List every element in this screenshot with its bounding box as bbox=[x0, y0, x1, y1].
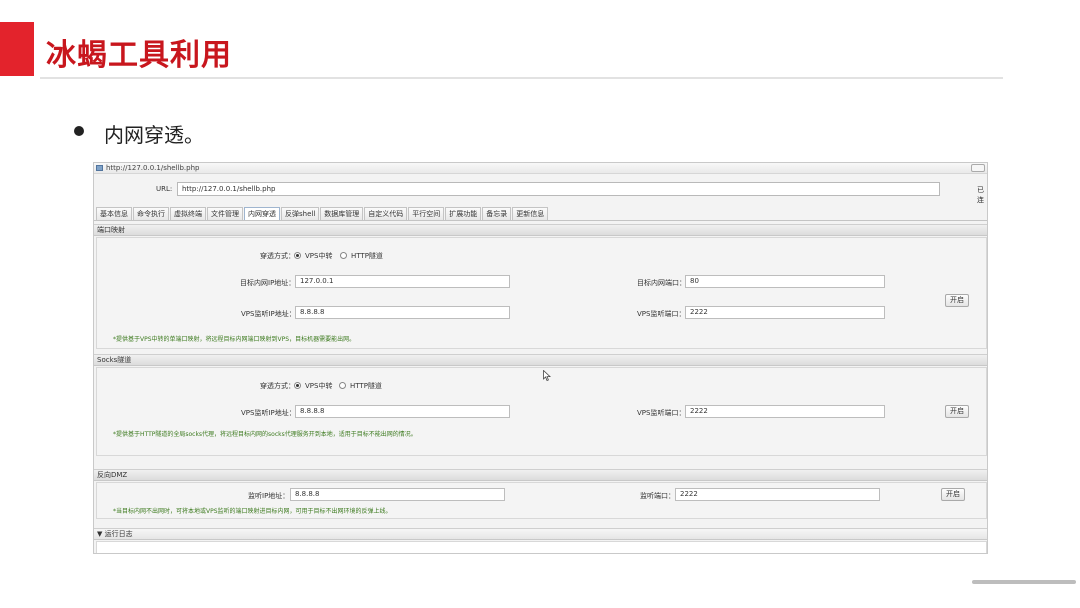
dmz-port-label: 监听端口： bbox=[640, 492, 675, 500]
socks-mode-label: 穿透方式： bbox=[260, 382, 295, 390]
dmz-ip-input[interactable]: 8.8.8.8 bbox=[290, 488, 505, 501]
tab-file-manager[interactable]: 文件管理 bbox=[207, 207, 243, 221]
tab-parallel-space[interactable]: 平行空间 bbox=[408, 207, 445, 221]
socks-vps-option: VPS中转 bbox=[305, 382, 333, 390]
dmz-port-input[interactable]: 2222 bbox=[675, 488, 880, 501]
socks-vps-port-input[interactable]: 2222 bbox=[685, 405, 885, 418]
slide: 冰蝎工具利用 内网穿透。 http://127.0.0.1/shellb.php… bbox=[0, 0, 1080, 608]
socks-vps-radio[interactable] bbox=[294, 382, 301, 389]
tab-bar: 基本信息 命令执行 虚拟终端 文件管理 内网穿透 反弹shell 数据库管理 自… bbox=[96, 207, 549, 221]
port-map-start-button[interactable]: 开启 bbox=[945, 294, 969, 307]
mouse-cursor-icon bbox=[543, 370, 551, 381]
dmz-start-button[interactable]: 开启 bbox=[941, 488, 965, 501]
title-divider bbox=[40, 77, 1003, 79]
bullet-icon bbox=[74, 126, 84, 136]
port-map-http-option: HTTP隧道 bbox=[351, 252, 383, 260]
vps-ip-input[interactable]: 8.8.8.8 bbox=[295, 306, 510, 319]
behinder-window: http://127.0.0.1/shellb.php URL: http://… bbox=[93, 162, 988, 554]
connection-status: 已连 bbox=[977, 186, 984, 204]
tab-terminal[interactable]: 虚拟终端 bbox=[170, 207, 206, 221]
dmz-note: *当目标内网不出网时，可将本地或VPS监听的端口映射进目标内网，可用于目标不出网… bbox=[113, 508, 392, 515]
dmz-header[interactable]: 反向DMZ bbox=[94, 469, 987, 481]
target-port-label: 目标内网端口： bbox=[637, 279, 686, 287]
app-icon bbox=[96, 165, 103, 171]
tab-extensions[interactable]: 扩展功能 bbox=[445, 207, 482, 221]
port-map-header[interactable]: 端口映射 bbox=[94, 224, 987, 236]
url-label: URL: bbox=[156, 185, 173, 193]
socks-vps-port-label: VPS监听端口： bbox=[637, 409, 686, 417]
slide-title: 冰蝎工具利用 bbox=[46, 38, 232, 73]
dmz-panel: 监听IP地址： 8.8.8.8 监听端口： 2222 开启 *当目标内网不出网时… bbox=[96, 482, 987, 519]
socks-start-button[interactable]: 开启 bbox=[945, 405, 969, 418]
port-map-vps-option: VPS中转 bbox=[305, 252, 333, 260]
url-input[interactable]: http://127.0.0.1/shellb.php bbox=[177, 182, 940, 196]
dmz-ip-label: 监听IP地址： bbox=[248, 492, 290, 500]
tab-intranet-tunnel[interactable]: 内网穿透 bbox=[244, 207, 280, 221]
window-title: http://127.0.0.1/shellb.php bbox=[106, 164, 200, 172]
tab-update-info[interactable]: 更新信息 bbox=[512, 207, 549, 221]
tab-command[interactable]: 命令执行 bbox=[133, 207, 169, 221]
socks-panel: 穿透方式： VPS中转 HTTP隧道 VPS监听IP地址： 8.8.8.8 VP… bbox=[96, 367, 987, 456]
socks-http-radio[interactable] bbox=[339, 382, 346, 389]
socks-vps-ip-input[interactable]: 8.8.8.8 bbox=[295, 405, 510, 418]
tab-divider bbox=[94, 220, 987, 221]
tab-memo[interactable]: 备忘录 bbox=[482, 207, 512, 221]
tab-basic-info[interactable]: 基本信息 bbox=[96, 207, 132, 221]
port-map-panel: 穿透方式： VPS中转 HTTP隧道 目标内网IP地址： 127.0.0.1 目… bbox=[96, 237, 987, 349]
vps-ip-label: VPS监听IP地址： bbox=[241, 310, 296, 318]
window-button[interactable] bbox=[971, 164, 985, 172]
target-port-input[interactable]: 80 bbox=[685, 275, 885, 288]
bullet-text: 内网穿透。 bbox=[104, 123, 204, 147]
title-accent-bar bbox=[0, 22, 34, 76]
port-map-vps-radio[interactable] bbox=[294, 252, 301, 259]
footer-divider bbox=[972, 580, 1076, 584]
tab-reverse-shell[interactable]: 反弹shell bbox=[281, 207, 320, 221]
vps-port-label: VPS监听端口： bbox=[637, 310, 686, 318]
port-map-http-radio[interactable] bbox=[340, 252, 347, 259]
port-map-mode-label: 穿透方式： bbox=[260, 252, 295, 260]
tab-custom-code[interactable]: 自定义代码 bbox=[364, 207, 408, 221]
socks-vps-ip-label: VPS监听IP地址： bbox=[241, 409, 296, 417]
socks-header[interactable]: Socks隧道 bbox=[94, 354, 987, 366]
target-ip-label: 目标内网IP地址： bbox=[240, 279, 296, 287]
socks-note: *提供基于HTTP隧道的全局socks代理，将远程目标内网的socks代理服务开… bbox=[113, 431, 417, 438]
run-log-panel bbox=[96, 541, 987, 553]
vps-port-input[interactable]: 2222 bbox=[685, 306, 885, 319]
tab-database[interactable]: 数据库管理 bbox=[320, 207, 364, 221]
target-ip-input[interactable]: 127.0.0.1 bbox=[295, 275, 510, 288]
run-log-header[interactable]: ▼ 运行日志 bbox=[94, 528, 987, 540]
socks-http-option: HTTP隧道 bbox=[350, 382, 382, 390]
port-map-note: *提供基于VPS中转的单端口映射，将远程目标内网端口映射到VPS，目标机器需要能… bbox=[113, 336, 356, 343]
window-titlebar: http://127.0.0.1/shellb.php bbox=[94, 163, 987, 174]
